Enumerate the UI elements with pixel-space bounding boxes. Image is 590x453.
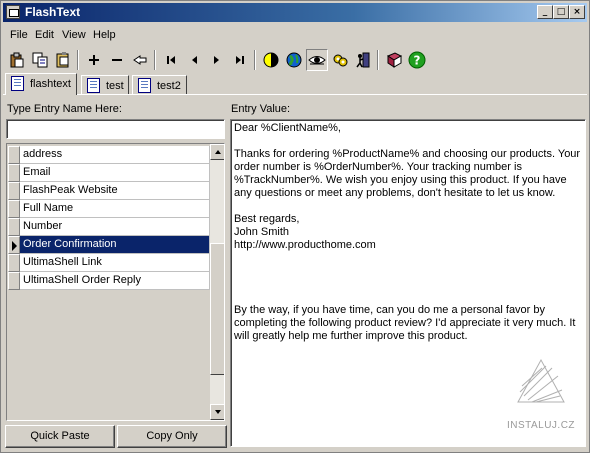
previous-icon[interactable] <box>183 49 205 71</box>
list-item[interactable]: Full Name <box>7 200 210 218</box>
tools-icon[interactable] <box>329 49 351 71</box>
scroll-down-button[interactable] <box>210 404 224 420</box>
watermark-text: INSTALUJ.CZ <box>506 420 576 431</box>
menu-edit[interactable]: Edit <box>35 29 54 41</box>
app-icon[interactable] <box>6 5 20 19</box>
list-item-label: Order Confirmation <box>20 236 210 254</box>
list-item[interactable]: FlashPeak Website <box>7 182 210 200</box>
copy-icon[interactable] <box>29 49 51 71</box>
tab-test[interactable]: test <box>81 75 129 95</box>
first-icon[interactable] <box>160 49 182 71</box>
list-item[interactable]: Number <box>7 218 210 236</box>
list-item[interactable]: address <box>7 146 210 164</box>
book-icon[interactable] <box>383 49 405 71</box>
exit-icon[interactable] <box>352 49 374 71</box>
tab-flashtext[interactable]: flashtext <box>5 73 77 95</box>
list-item-label: Full Name <box>20 200 210 218</box>
globe-icon[interactable] <box>283 49 305 71</box>
paste-special-icon[interactable] <box>52 49 74 71</box>
rename-icon[interactable] <box>129 49 151 71</box>
tab-test2[interactable]: test2 <box>132 75 187 95</box>
quick-paste-button[interactable]: Quick Paste <box>5 425 115 448</box>
minimize-button[interactable]: _ <box>537 5 553 19</box>
copy-only-button[interactable]: Copy Only <box>117 425 227 448</box>
list-item-selected[interactable]: Order Confirmation <box>7 236 210 254</box>
list-item[interactable]: UltimaShell Order Reply <box>7 272 210 290</box>
scroll-up-button[interactable] <box>210 144 224 160</box>
tab-label: test <box>106 80 124 92</box>
tab-label: test2 <box>157 80 181 92</box>
tab-label: flashtext <box>30 78 71 90</box>
list-item-label: Number <box>20 218 210 236</box>
list-scrollbar[interactable] <box>210 144 224 420</box>
page-icon <box>138 78 151 93</box>
menu-help[interactable]: Help <box>93 29 116 41</box>
scroll-thumb[interactable] <box>210 243 224 375</box>
paste-icon[interactable] <box>6 49 28 71</box>
remove-icon[interactable] <box>106 49 128 71</box>
list-item-label: UltimaShell Order Reply <box>20 272 210 290</box>
watermark-logo: INSTALUJ.CZ <box>506 356 576 441</box>
window-title: FlashText <box>25 5 81 19</box>
page-icon <box>87 78 100 93</box>
list-item-label: FlashPeak Website <box>20 182 210 200</box>
next-icon[interactable] <box>206 49 228 71</box>
entry-value-label: Entry Value: <box>231 103 291 115</box>
list-item[interactable]: UltimaShell Link <box>7 254 210 272</box>
menu-bar: File Edit View Help <box>3 25 587 45</box>
list-item-label: Email <box>20 164 210 182</box>
title-bar: FlashText _ □ × <box>3 3 587 22</box>
menu-file[interactable]: File <box>10 29 28 41</box>
row-pointer-icon <box>12 241 17 251</box>
entry-name-input[interactable] <box>6 119 225 139</box>
help-icon[interactable]: ? <box>406 49 428 71</box>
menu-view[interactable]: View <box>62 29 86 41</box>
app-window: FlashText _ □ × File Edit View Help ? fl… <box>0 0 590 453</box>
toolbar: ? <box>3 47 587 73</box>
entry-name-label: Type Entry Name Here: <box>7 103 122 115</box>
contrast-icon[interactable] <box>260 49 282 71</box>
list-item-label: UltimaShell Link <box>20 254 210 272</box>
entry-list: address Email FlashPeak Website Full Nam… <box>6 143 225 421</box>
last-icon[interactable] <box>229 49 251 71</box>
maximize-button[interactable]: □ <box>553 5 569 19</box>
eye-icon[interactable] <box>306 49 328 71</box>
add-icon[interactable] <box>83 49 105 71</box>
svg-text:?: ? <box>414 54 421 68</box>
list-item[interactable]: Email <box>7 164 210 182</box>
close-button[interactable]: × <box>569 5 585 19</box>
page-icon <box>11 76 24 91</box>
list-item-label: address <box>20 146 210 164</box>
